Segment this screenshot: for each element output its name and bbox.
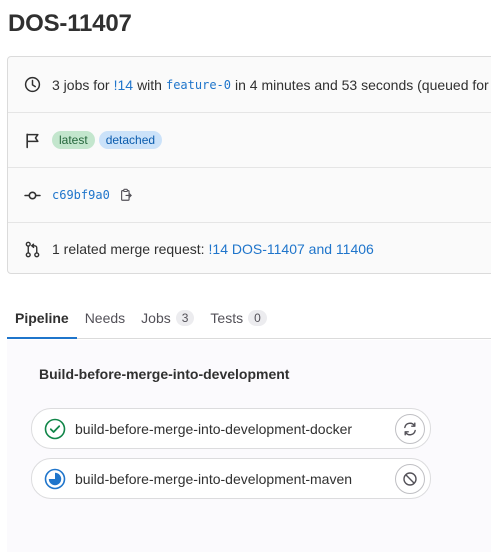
page-title: DOS-11407 [8, 10, 132, 37]
tab-jobs[interactable]: Jobs 3 [133, 296, 202, 339]
flag-icon [24, 132, 41, 149]
tab-tests-label: Tests [210, 309, 244, 326]
detached-badge: detached [98, 131, 163, 149]
retry-icon[interactable] [395, 414, 425, 444]
success-status-icon [44, 418, 66, 440]
pipeline-tabs: Pipeline Needs Jobs 3 Tests 0 [7, 296, 491, 339]
clock-icon [24, 76, 41, 93]
pipeline-info-card: 3 jobs for !14 with feature-0 in 4 minut… [7, 56, 491, 274]
tab-needs-label: Needs [84, 309, 126, 326]
tab-needs[interactable]: Needs [77, 296, 133, 339]
job-name: build-before-merge-into-development-dock… [75, 420, 353, 437]
tests-count-badge: 0 [248, 309, 267, 326]
branch-link[interactable]: feature-0 [166, 78, 231, 92]
jobs-count-badge: 3 [175, 309, 195, 326]
merge-request-icon [24, 241, 41, 258]
tab-pipeline-label: Pipeline [15, 309, 69, 326]
job-maven[interactable]: build-before-merge-into-development-mave… [31, 458, 431, 499]
tab-pipeline[interactable]: Pipeline [7, 296, 77, 339]
pipeline-summary-row: 3 jobs for !14 with feature-0 in 4 minut… [8, 57, 491, 112]
merge-request-link[interactable]: !14 DOS-11407 and 11406 [209, 241, 374, 257]
copy-icon[interactable] [118, 187, 134, 203]
running-status-icon [44, 468, 66, 490]
duration-text: in 4 minutes and 53 seconds (queued for [235, 76, 489, 93]
merge-request-row: 1 related merge request: !14 DOS-11407 a… [8, 222, 491, 273]
cancel-icon[interactable] [395, 464, 425, 494]
job-name: build-before-merge-into-development-mave… [75, 470, 353, 487]
merge-request-prefix: 1 related merge request: [52, 241, 205, 257]
tab-tests[interactable]: Tests 0 [202, 296, 274, 339]
job-docker[interactable]: build-before-merge-into-development-dock… [31, 408, 431, 449]
commit-icon [24, 187, 41, 204]
pipeline-graph: Build-before-merge-into-development buil… [7, 340, 491, 552]
tab-jobs-label: Jobs [141, 309, 171, 326]
stage-title: Build-before-merge-into-development [39, 366, 290, 382]
pipeline-badges-row: latest detached [8, 112, 491, 167]
mr-link[interactable]: !14 [114, 77, 133, 93]
commit-sha-link[interactable]: c69bf9a0 [52, 188, 110, 202]
latest-badge: latest [52, 131, 95, 149]
commit-row: c69bf9a0 [8, 167, 491, 222]
with-text: with [137, 76, 162, 93]
jobs-count-text: 3 jobs for [52, 76, 110, 93]
